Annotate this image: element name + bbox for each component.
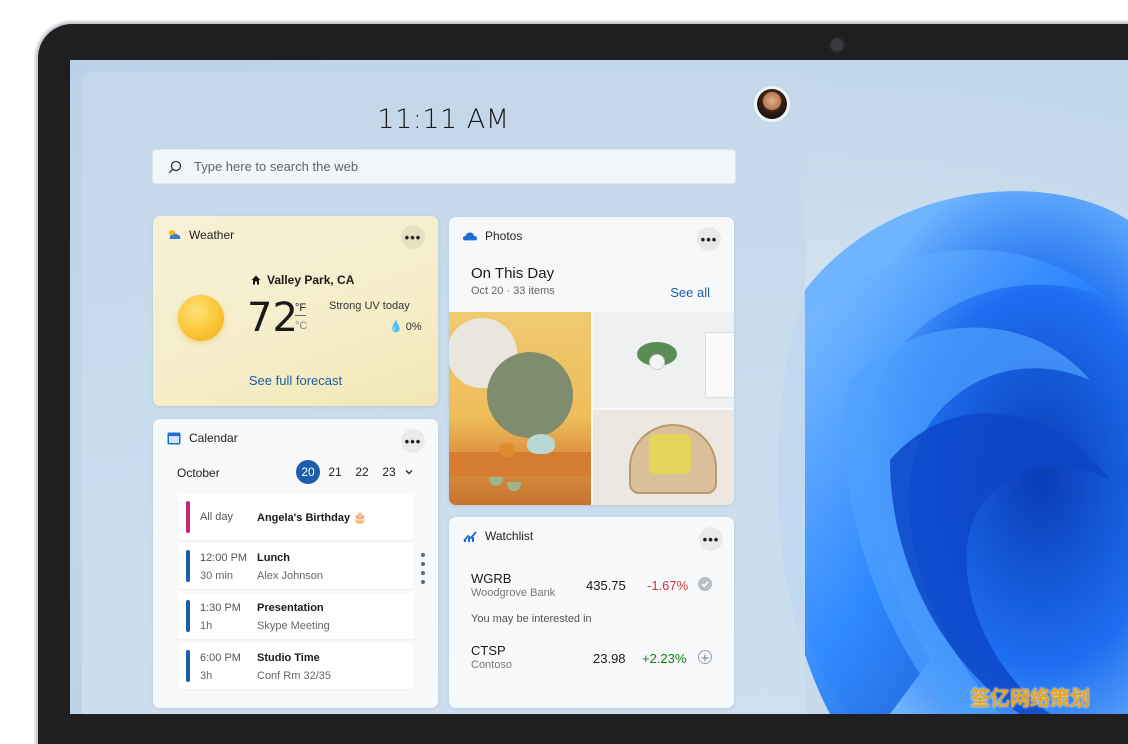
photos-more-button[interactable]: •••: [697, 227, 721, 251]
event-color-bar: [186, 650, 190, 682]
precipitation: 💧 0%: [389, 320, 422, 333]
calendar-day-23[interactable]: 23: [377, 460, 401, 484]
check-icon[interactable]: [698, 577, 712, 591]
watchlist-header: Watchlist: [463, 529, 533, 543]
scroll-indicator[interactable]: [421, 553, 426, 589]
photo-still-life[interactable]: [449, 312, 591, 505]
on-this-day-heading: On This Day: [471, 265, 555, 282]
calendar-day-22[interactable]: 22: [350, 460, 374, 484]
chevron-down-icon[interactable]: [404, 467, 414, 477]
add-icon[interactable]: [698, 650, 712, 664]
event-duration: 3h: [200, 670, 213, 682]
weather-header: Weather: [167, 228, 234, 242]
watchlist-card[interactable]: Watchlist ••• WGRB Woodgrove Bank 435.75…: [449, 517, 734, 708]
weather-location: Valley Park, CA: [251, 273, 354, 287]
search-bar[interactable]: [152, 149, 736, 184]
event-time: 6:00 PM: [200, 652, 241, 664]
weather-card[interactable]: Weather ••• Valley Park, CA 72 °F °C Str…: [153, 216, 438, 406]
calendar-title: Calendar: [189, 431, 238, 445]
webcam: [829, 37, 845, 53]
event-color-bar: [186, 550, 190, 582]
onedrive-cloud-icon: [463, 232, 477, 241]
precip-value: 0%: [405, 321, 422, 333]
uv-index: Strong UV today: [329, 300, 410, 312]
stock-change: -1.67%: [647, 578, 689, 593]
temperature: 72: [247, 295, 298, 341]
search-icon: [168, 160, 182, 173]
location-label: Valley Park, CA: [267, 273, 355, 287]
stock-price: 23.98: [593, 651, 626, 666]
calendar-card[interactable]: Calendar ••• October 20 21 22 23 All day…: [153, 419, 438, 708]
photo-hanging-plant[interactable]: [593, 312, 734, 408]
event-detail: Skype Meeting: [257, 620, 330, 632]
event-duration: 1h: [200, 620, 213, 632]
event-name: Studio Time: [257, 652, 320, 664]
weather-title: Weather: [189, 228, 235, 242]
photos-card[interactable]: Photos ••• On This Day Oct 20 · 33 items…: [449, 217, 734, 505]
calendar-event[interactable]: 1:30 PM 1h Presentation Skype Meeting: [178, 593, 414, 639]
stock-chart-icon: [463, 531, 477, 542]
stock-name: Contoso: [471, 659, 512, 671]
calendar-more-button[interactable]: •••: [401, 429, 425, 453]
event-name: Angela's Birthday 🎂: [257, 511, 367, 524]
event-name: Presentation: [257, 602, 324, 614]
calendar-month: October: [177, 466, 220, 480]
event-detail: Conf Rm 32/35: [257, 670, 331, 682]
widgets-panel: 11:11 AM Weather ••• Valley Park, CA 72 …: [82, 72, 805, 714]
on-this-day-subtitle: Oct 20 · 33 items: [471, 285, 555, 297]
stock-symbol[interactable]: CTSP: [471, 643, 506, 658]
event-color-bar: [186, 501, 190, 533]
calendar-day-strip: 20 21 22 23: [296, 460, 414, 484]
event-name: Lunch: [257, 552, 290, 564]
calendar-event[interactable]: 12:00 PM 30 min Lunch Alex Johnson: [178, 543, 414, 589]
unit-fahrenheit[interactable]: °F: [295, 302, 307, 316]
event-name-text: Angela's Birthday: [257, 512, 351, 524]
photos-title: Photos: [485, 229, 523, 243]
weather-more-button[interactable]: •••: [401, 225, 425, 249]
home-icon: [251, 275, 261, 285]
watermark: 筌亿网络策划: [970, 688, 1090, 710]
stock-change: +2.23%: [642, 651, 687, 666]
calendar-header: Calendar: [167, 431, 238, 445]
stock-name: Woodgrove Bank: [471, 587, 556, 599]
event-time: 12:00 PM: [200, 552, 248, 564]
see-all-link[interactable]: See all: [670, 285, 710, 300]
event-duration: 30 min: [200, 570, 234, 582]
watchlist-title: Watchlist: [485, 529, 534, 543]
watchlist-more-button[interactable]: •••: [699, 527, 723, 551]
stock-price: 435.75: [586, 578, 626, 593]
forecast-link[interactable]: See full forecast: [153, 373, 438, 388]
raindrop-icon: 💧: [389, 321, 403, 333]
calendar-event[interactable]: 6:00 PM 3h Studio Time Conf Rm 32/35: [178, 643, 414, 689]
stock-symbol[interactable]: WGRB: [471, 571, 511, 586]
clock: 11:11 AM: [377, 104, 510, 135]
interest-label: You may be interested in: [471, 613, 592, 625]
cake-icon: 🎂: [353, 512, 367, 524]
photo-rattan-chair[interactable]: [593, 410, 734, 505]
sun-icon: [178, 295, 224, 341]
event-detail: Alex Johnson: [257, 570, 324, 582]
calendar-event[interactable]: All day Angela's Birthday 🎂: [178, 494, 414, 540]
event-time: 1:30 PM: [200, 602, 241, 614]
search-input[interactable]: [192, 158, 716, 175]
avatar[interactable]: [757, 89, 787, 119]
calendar-day-20[interactable]: 20: [296, 460, 320, 484]
event-time: All day: [200, 511, 234, 523]
event-color-bar: [186, 600, 190, 632]
weather-cloud-icon: [169, 230, 181, 239]
calendar-day-21[interactable]: 21: [323, 460, 347, 484]
calendar-icon: [167, 432, 181, 445]
photos-header: Photos: [463, 229, 522, 243]
unit-celsius[interactable]: °C: [295, 320, 307, 332]
